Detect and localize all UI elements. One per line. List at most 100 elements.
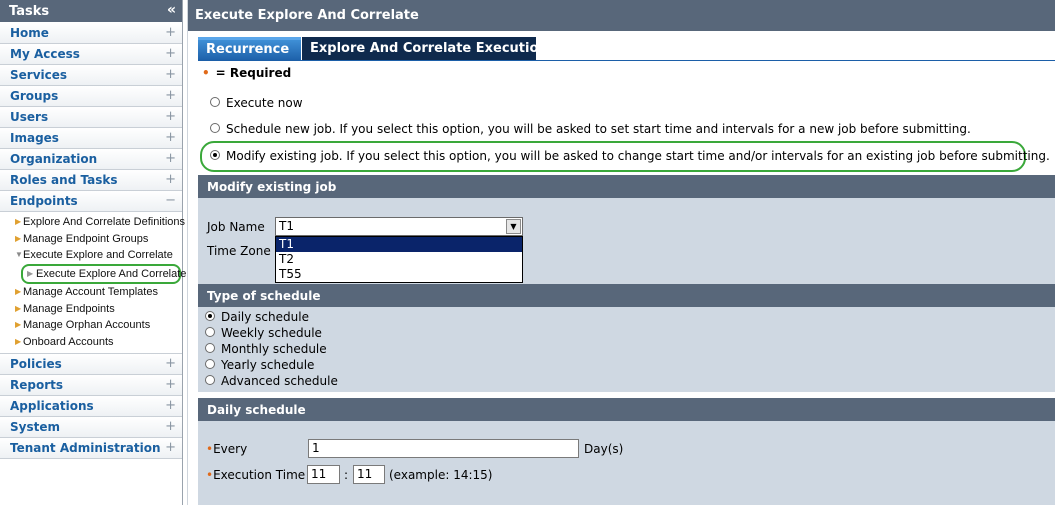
job-name-select[interactable]: T1 ▼ <box>275 217 523 236</box>
triangle-right-icon: ▶ <box>27 269 34 279</box>
required-marker: • <box>202 66 210 80</box>
every-unit: Day(s) <box>584 442 624 456</box>
nav-label: Users <box>10 110 49 124</box>
expand-icon[interactable]: + <box>165 46 176 61</box>
expand-icon[interactable]: + <box>165 151 176 166</box>
expand-icon[interactable]: + <box>165 109 176 124</box>
option-label: Execute now <box>226 96 303 110</box>
section-header-type: Type of schedule <box>198 284 1055 307</box>
schedule-label: Weekly schedule <box>221 326 322 340</box>
nav-label: My Access <box>10 47 80 61</box>
submenu-item[interactable]: ▶ Manage Orphan Accounts <box>0 317 182 334</box>
expand-icon[interactable]: + <box>165 88 176 103</box>
nav-tenant-administration[interactable]: Tenant Administration + <box>0 437 182 459</box>
dropdown-option[interactable]: T2 <box>276 252 522 267</box>
option-modify-existing-job[interactable]: Modify existing job. If you select this … <box>210 149 1050 163</box>
submenu-item[interactable]: ▶ Explore And Correlate Definitions <box>0 214 185 231</box>
radio-button[interactable] <box>205 343 215 353</box>
expand-icon[interactable]: + <box>165 67 176 82</box>
radio-button-selected[interactable] <box>205 311 215 321</box>
schedule-monthly[interactable]: Monthly schedule <box>205 342 327 356</box>
collapse-panel-icon[interactable]: « <box>167 2 176 18</box>
nav-roles-and-tasks[interactable]: Roles and Tasks + <box>0 170 182 191</box>
radio-button[interactable] <box>210 97 220 107</box>
section-header-daily: Daily schedule <box>198 398 1055 421</box>
radio-button-selected[interactable] <box>210 150 220 160</box>
nav-label: Applications <box>10 398 94 413</box>
nav-label: Reports <box>10 377 64 392</box>
section-header-modify: Modify existing job <box>198 175 1055 198</box>
expand-icon[interactable]: + <box>165 398 176 413</box>
radio-button[interactable] <box>205 327 215 337</box>
collapse-icon[interactable]: − <box>165 193 176 208</box>
nav-label: Images <box>10 131 59 145</box>
tab-recurrence[interactable]: Recurrence <box>198 37 301 61</box>
schedule-daily[interactable]: Daily schedule <box>205 310 309 324</box>
expand-icon[interactable]: + <box>165 130 176 145</box>
dropdown-arrow-icon[interactable]: ▼ <box>506 219 521 234</box>
tasks-panel: Tasks « Home + My Access + Services + Group… <box>0 0 186 505</box>
option-execute-now[interactable]: Execute now <box>210 96 303 110</box>
nav-label: Policies <box>10 356 62 371</box>
expand-icon[interactable]: + <box>165 440 176 455</box>
triangle-right-icon: ▶ <box>15 337 22 347</box>
nav-endpoints[interactable]: Endpoints − <box>0 191 182 212</box>
nav-organization[interactable]: Organization + <box>0 149 182 170</box>
radio-button[interactable] <box>210 123 220 133</box>
schedule-weekly[interactable]: Weekly schedule <box>205 326 322 340</box>
submenu-item[interactable]: ▶ Manage Endpoint Groups <box>0 231 182 248</box>
minute-input[interactable]: 11 <box>353 465 385 484</box>
submenu-item[interactable]: ▶ Manage Account Templates <box>0 284 182 301</box>
expand-icon[interactable]: + <box>165 377 176 392</box>
submenu-item[interactable]: ▶ Manage Endpoints <box>0 301 182 318</box>
schedule-yearly[interactable]: Yearly schedule <box>205 358 314 372</box>
nav-system[interactable]: System + <box>0 416 182 438</box>
nav-label: Tenant Administration <box>10 440 161 455</box>
triangle-right-icon: ▶ <box>15 303 22 313</box>
radio-button[interactable] <box>205 375 215 385</box>
expand-icon[interactable]: + <box>165 25 176 40</box>
expand-icon[interactable]: + <box>165 172 176 187</box>
required-text: = Required <box>215 66 292 80</box>
every-input[interactable]: 1 <box>308 439 579 458</box>
tasks-header: Tasks « <box>0 0 182 23</box>
time-zone-label: Time Zone <box>207 244 271 258</box>
every-label-text: Every <box>213 442 248 456</box>
nav-label: Home <box>10 26 49 40</box>
hour-input[interactable]: 11 <box>307 465 340 484</box>
triangle-right-icon: ▶ <box>15 320 22 330</box>
schedule-label: Monthly schedule <box>221 342 327 356</box>
dropdown-option[interactable]: T1 <box>276 237 522 252</box>
triangle-right-icon: ▶ <box>15 217 22 226</box>
nav-my-access[interactable]: My Access + <box>0 44 182 65</box>
dropdown-option[interactable]: T55 <box>276 267 522 282</box>
triangle-right-icon: ▶ <box>15 287 22 297</box>
nav-applications[interactable]: Applications + <box>0 395 182 417</box>
nav-label: Endpoints <box>10 194 78 208</box>
nav-home[interactable]: Home + <box>0 23 182 44</box>
submenu-item[interactable]: ▶ Onboard Accounts <box>0 334 182 351</box>
time-example: (example: 14:15) <box>389 468 493 482</box>
option-label: Modify existing job. If you select this … <box>226 149 1050 163</box>
submenu-item-selected[interactable]: ▶ Execute Explore And Correlate <box>21 264 186 285</box>
nav-groups[interactable]: Groups + <box>0 86 182 107</box>
tab-underline <box>198 60 1055 61</box>
nav-policies[interactable]: Policies + <box>0 353 182 375</box>
nav-label: Services <box>10 68 68 82</box>
expand-icon[interactable]: + <box>165 356 176 371</box>
nav-reports[interactable]: Reports + <box>0 374 182 396</box>
triangle-right-icon: ▶ <box>15 233 22 243</box>
option-schedule-new-job[interactable]: Schedule new job. If you select this opt… <box>210 122 971 136</box>
page-title: Execute Explore And Correlate <box>188 0 1055 31</box>
nav-label: System <box>10 419 60 434</box>
nav-users[interactable]: Users + <box>0 107 182 128</box>
expand-icon[interactable]: + <box>165 419 176 434</box>
nav-services[interactable]: Services + <box>0 65 182 86</box>
tab-explore-correlate-execution[interactable]: Explore And Correlate Execution <box>302 37 548 61</box>
submenu-item-expanded[interactable]: ▼ Execute Explore and Correlate <box>0 247 182 264</box>
nav-images[interactable]: Images + <box>0 128 182 149</box>
nav-label: Roles and Tasks <box>10 173 118 187</box>
triangle-down-icon: ▼ <box>15 250 23 260</box>
schedule-advanced[interactable]: Advanced schedule <box>205 374 338 388</box>
radio-button[interactable] <box>205 359 215 369</box>
